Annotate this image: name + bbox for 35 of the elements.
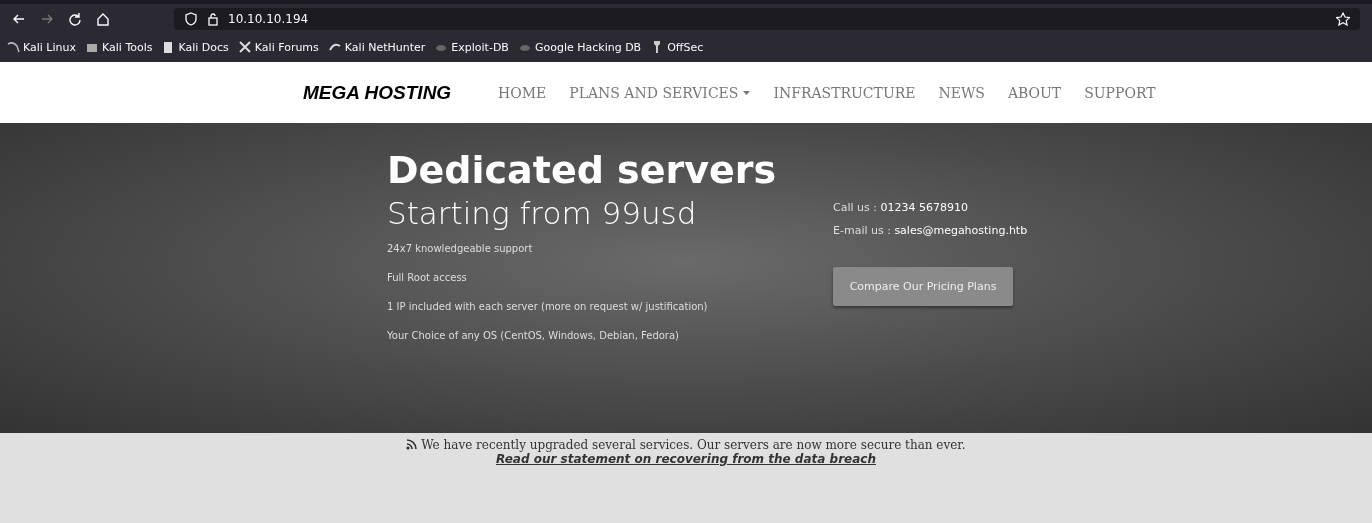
reload-icon[interactable] xyxy=(68,12,82,26)
nav-link[interactable]: NEWS xyxy=(938,84,985,101)
bookmark-link[interactable]: Kali Forums xyxy=(237,40,319,54)
feature-text: Your Choice of any OS (CentOS, Windows, Debian, Fedora) xyxy=(387,330,680,341)
notice-text: We have recently upgraded several services. Our servers are now more secure than ever. Read our statement on recovering from the data breach xyxy=(246,438,1126,466)
contact-text: E-mail us : sales@megahosting.htb xyxy=(833,224,1028,237)
feature-text: Full Root access xyxy=(387,272,468,283)
nav-link[interactable]: HOME xyxy=(498,84,547,101)
nav-link[interactable]: SUPPORT xyxy=(1084,84,1156,101)
bookmark-link[interactable]: Kali Tools xyxy=(85,40,153,54)
bookmark-link[interactable]: Kali Linux xyxy=(6,40,76,54)
feature-text: 1 IP included with each server (more on request w/ justification) xyxy=(387,301,709,312)
hero-subtitle: Starting from 99usd xyxy=(387,194,698,233)
feature-text: 24x7 knowledgeable support xyxy=(387,243,534,254)
nav-link[interactable]: ABOUT xyxy=(1007,84,1062,101)
lock-icon[interactable] xyxy=(206,12,220,26)
hero-title: Dedicated servers xyxy=(387,147,778,193)
contact-text: Call us : 01234 5678910 xyxy=(833,201,969,214)
bookmark-link[interactable]: OffSec xyxy=(650,40,704,54)
bookmark-link[interactable]: Kali NetHunter xyxy=(327,40,426,54)
shield-icon[interactable] xyxy=(184,12,198,26)
statement-link[interactable]: Read our statement on recovering from the data breach xyxy=(496,452,876,466)
nav-link[interactable]: INFRASTRUCTURE xyxy=(773,84,916,101)
nav-link[interactable]: PLANS AND SERVICES xyxy=(569,84,751,101)
forward-icon[interactable] xyxy=(40,12,54,26)
home-icon[interactable] xyxy=(96,12,110,26)
cross-icon xyxy=(237,40,252,54)
back-icon[interactable] xyxy=(12,12,26,26)
bookmark-link[interactable]: Exploit-DB xyxy=(434,40,509,54)
bookmark-star-icon[interactable] xyxy=(1336,12,1350,26)
site-logo[interactable]: MEGA HOSTING xyxy=(303,81,498,104)
bookmark-link[interactable]: Google Hacking DB xyxy=(517,40,642,54)
rss-icon xyxy=(406,439,418,450)
address-bar[interactable]: 10.10.10.194 xyxy=(174,8,1360,30)
bookmark-link[interactable]: Kali Docs xyxy=(161,40,229,54)
